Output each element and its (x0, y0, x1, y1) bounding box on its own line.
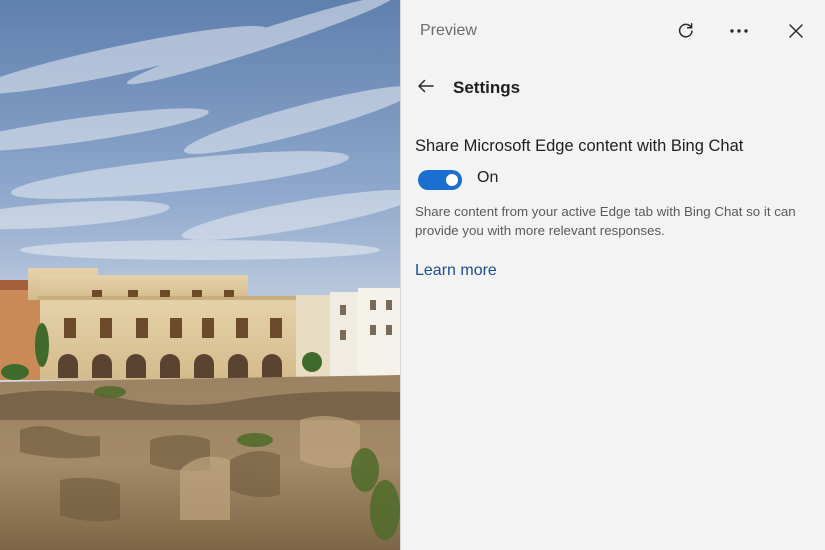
panel-title: Preview (420, 22, 477, 39)
toggle-knob (446, 174, 458, 186)
refresh-button[interactable] (673, 18, 699, 44)
close-icon (789, 24, 803, 38)
close-button[interactable] (783, 18, 809, 44)
settings-title: Settings (453, 78, 521, 97)
settings-header: Settings (401, 70, 825, 104)
landscape-image (0, 0, 400, 550)
back-button[interactable] (413, 73, 439, 99)
share-content-toggle[interactable] (418, 170, 462, 190)
side-panel: Preview Settings Share Microsoft Edge co… (400, 0, 825, 550)
toggle-state-label: On (477, 169, 499, 186)
setting-description: Share content from your active Edge tab … (415, 204, 796, 238)
background-photo (0, 0, 400, 550)
learn-more-link[interactable]: Learn more (415, 262, 497, 280)
toggle-row: On (415, 168, 810, 194)
more-options-icon (730, 29, 748, 33)
app-window: Preview Settings Share Microsoft Edge co… (0, 0, 825, 550)
setting-heading: Share Microsoft Edge content with Bing C… (415, 137, 744, 155)
panel-titlebar: Preview (401, 0, 825, 62)
more-options-button[interactable] (726, 18, 752, 44)
bing-chat-share-setting: Share Microsoft Edge content with Bing C… (415, 134, 810, 280)
refresh-icon (678, 23, 693, 38)
back-arrow-icon (418, 79, 434, 93)
